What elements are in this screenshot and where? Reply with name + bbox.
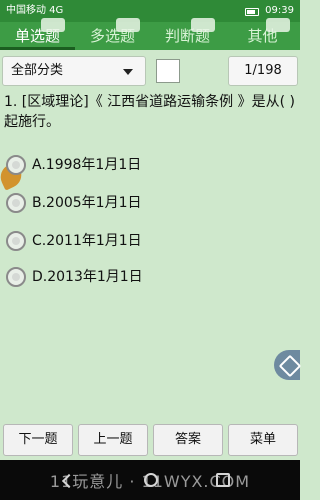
radio-icon[interactable] <box>6 193 26 213</box>
question-text: 1. [区域理论]《 江西省道路运输条例 》是从( )起施行。 <box>4 94 296 130</box>
recent-apps-icon[interactable] <box>216 473 230 487</box>
tab-multiple-choice[interactable]: 多选题 <box>75 18 150 50</box>
option-label: D.2013年1月1日 <box>32 269 143 285</box>
system-nav-bar: 11玩意儿 · 11WYX.COM <box>0 460 300 500</box>
tab-other[interactable]: 其他 <box>225 18 300 50</box>
radio-icon[interactable] <box>6 231 26 251</box>
category-select-value: 全部分类 <box>11 63 64 78</box>
tab-single-choice[interactable]: 单选题 <box>0 18 75 50</box>
tab-decoration-icon <box>266 18 290 32</box>
radio-icon[interactable] <box>6 155 26 175</box>
bookmark-checkbox[interactable] <box>156 59 180 83</box>
tab-decoration-icon <box>41 18 65 32</box>
menu-button[interactable]: 菜单 <box>228 424 298 456</box>
option-label: C.2011年1月1日 <box>32 233 142 249</box>
answer-button[interactable]: 答案 <box>153 424 223 456</box>
share-icon[interactable] <box>274 350 300 380</box>
option-c[interactable]: C.2011年1月1日 <box>6 227 296 255</box>
option-label: A.1998年1月1日 <box>32 157 142 173</box>
page-counter-text: 1/198 <box>244 63 282 78</box>
option-a[interactable]: A.1998年1月1日 <box>6 151 296 179</box>
radio-icon[interactable] <box>6 267 26 287</box>
option-b[interactable]: B.2005年1月1日 <box>6 189 296 217</box>
menu-button-label: 菜单 <box>249 432 276 447</box>
page-counter[interactable]: 1/198 <box>228 56 298 86</box>
tab-decoration-icon <box>191 18 215 32</box>
prev-button[interactable]: 上一题 <box>78 424 148 456</box>
bottom-actions: 下一题 上一题 答案 菜单 <box>0 424 300 456</box>
answer-button-label: 答案 <box>174 432 201 447</box>
prev-button-label: 上一题 <box>93 432 133 447</box>
category-select[interactable]: 全部分类 <box>2 56 146 86</box>
question-type-tabs: 单选题 多选题 判断题 其他 <box>0 18 300 50</box>
option-label: B.2005年1月1日 <box>32 195 142 211</box>
next-button[interactable]: 下一题 <box>3 424 73 456</box>
tab-decoration-icon <box>116 18 140 32</box>
tab-true-false[interactable]: 判断题 <box>150 18 225 50</box>
toolbar: 全部分类 1/198 <box>0 54 300 88</box>
caret-down-icon <box>123 69 133 75</box>
next-button-label: 下一题 <box>18 432 58 447</box>
option-d[interactable]: D.2013年1月1日 <box>6 263 296 291</box>
battery-icon <box>245 8 260 16</box>
home-icon[interactable] <box>144 473 158 487</box>
